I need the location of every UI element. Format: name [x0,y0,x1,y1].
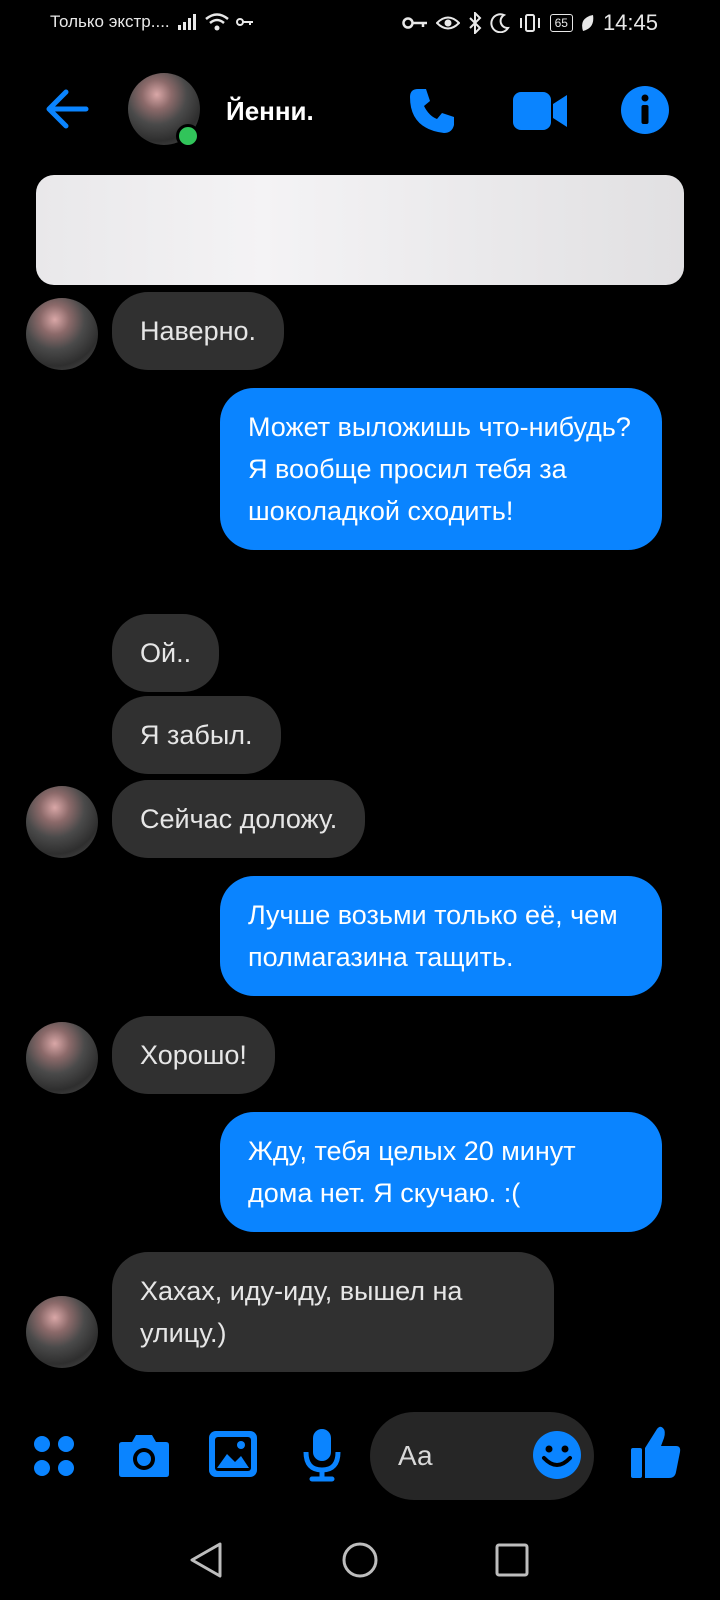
sender-avatar [26,1022,98,1094]
contact-name[interactable]: Йенни. [226,96,314,127]
key-icon [401,17,427,29]
moon-icon [489,13,510,33]
image-gallery-icon[interactable] [208,1430,258,1478]
outgoing-message[interactable]: Жду, тебя целых 20 минут дома нет. Я ску… [220,1112,662,1232]
sender-avatar [26,298,98,370]
incoming-message[interactable]: Хахах, иду-иду, вышел на улицу.) [112,1252,554,1372]
info-icon[interactable] [620,85,670,135]
video-camera-icon[interactable] [512,90,568,132]
bluetooth-icon [468,12,481,34]
status-bar-right: 65 14:45 [401,10,658,36]
leaf-icon [582,15,594,31]
incoming-message[interactable]: Хорошо! [112,1016,275,1094]
thumbs-up-icon[interactable] [630,1424,682,1480]
eye-icon [435,16,460,30]
signal-icon [177,14,196,30]
sender-avatar [26,786,98,858]
nav-back-icon[interactable] [188,1540,224,1580]
outgoing-message[interactable]: Лучше возьми только её, чем полмагазина … [220,876,662,996]
shared-media-preview[interactable] [36,175,684,285]
incoming-message[interactable]: Ой.. [112,614,220,692]
apps-grid-icon[interactable] [32,1434,76,1478]
nav-recents-icon[interactable] [494,1542,530,1578]
outgoing-message[interactable]: Может выложишь что-нибудь? Я вообще прос… [220,388,662,550]
key-icon [235,18,253,26]
sender-avatar [26,1296,98,1368]
status-time: 14:45 [602,10,658,35]
vibrate-icon [519,14,540,32]
wifi-icon [204,13,229,31]
phone-icon[interactable] [406,85,458,137]
battery-level: 65 [549,14,573,32]
nav-home-icon[interactable] [340,1540,380,1580]
back-arrow-icon[interactable] [44,86,90,132]
status-bar-left: Только экстр.... [50,12,254,32]
message-input[interactable]: Аа [370,1412,594,1500]
microphone-icon[interactable] [302,1428,342,1482]
carrier-label: Только экстр.... [50,12,170,31]
camera-icon[interactable] [118,1432,170,1478]
emoji-icon[interactable] [532,1430,582,1480]
incoming-message[interactable]: Наверно. [112,292,285,370]
incoming-message[interactable]: Я забыл. [112,696,281,774]
online-status-indicator [176,124,200,148]
incoming-message[interactable]: Сейчас доложу. [112,780,366,858]
message-input-placeholder: Аа [398,1440,433,1471]
